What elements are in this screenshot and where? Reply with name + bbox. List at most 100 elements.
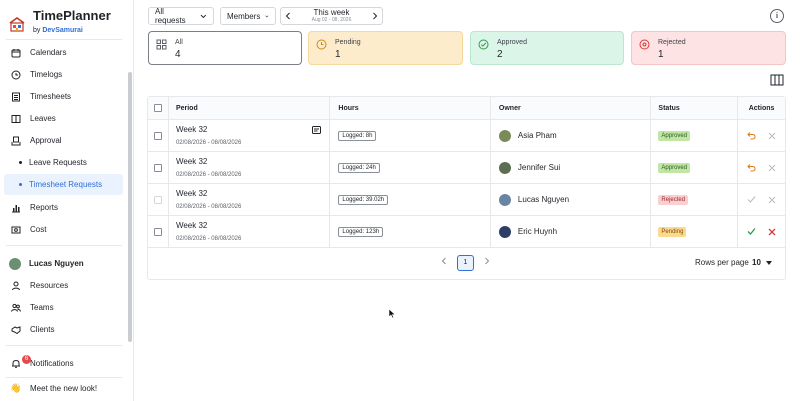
wave-icon: 👋 bbox=[10, 383, 22, 393]
sidebar-item-label: Approval bbox=[30, 136, 62, 145]
summary-card-rejected[interactable]: Rejected 1 bbox=[631, 31, 786, 65]
chevron-left-icon[interactable] bbox=[285, 12, 291, 20]
table-row[interactable]: Week 32 02/08/2026 - 08/08/2026 Logged: … bbox=[148, 216, 785, 248]
undo-icon[interactable] bbox=[746, 130, 758, 142]
members-filter-value: Members bbox=[227, 11, 261, 21]
summary-card-all[interactable]: All 4 bbox=[148, 31, 302, 65]
chevron-right-icon[interactable] bbox=[484, 257, 490, 265]
period-cell: Week 32 02/08/2026 - 08/08/2026 bbox=[169, 120, 331, 151]
header-checkbox-cell bbox=[148, 97, 169, 119]
clock-icon bbox=[10, 69, 22, 81]
row-checkbox[interactable] bbox=[153, 163, 162, 172]
sidebar-item-label: Meet the new look! bbox=[30, 384, 98, 393]
header-period[interactable]: Period bbox=[169, 97, 331, 119]
row-checkbox-cell bbox=[148, 184, 169, 215]
table-row[interactable]: Week 32 02/08/2026 - 08/08/2026 Logged: … bbox=[148, 184, 785, 216]
x-circle-icon bbox=[639, 39, 650, 50]
status-badge: Approved bbox=[658, 130, 691, 141]
sidebar-item-new-look[interactable]: 👋 Meet the new look! bbox=[4, 378, 123, 399]
sidebar-item-teams[interactable]: Teams bbox=[4, 297, 123, 318]
divider bbox=[6, 345, 122, 346]
note-icon[interactable] bbox=[312, 126, 322, 135]
approval-icon bbox=[10, 135, 22, 147]
chevron-left-icon[interactable] bbox=[441, 257, 447, 265]
user-name: Lucas Nguyen bbox=[29, 259, 84, 268]
period-title: Week 32 bbox=[175, 220, 208, 230]
hours-pill: Logged: 39.02h bbox=[338, 194, 389, 205]
table-row[interactable]: Week 32 02/08/2026 - 08/08/2026 Logged: … bbox=[148, 152, 785, 184]
bar-chart-icon bbox=[10, 202, 22, 214]
cost-icon bbox=[10, 224, 22, 236]
sidebar-item-timesheets[interactable]: Timesheets bbox=[4, 86, 123, 107]
approve-check-icon[interactable] bbox=[746, 226, 758, 238]
rows-per-page-label: Rows per page bbox=[695, 258, 749, 267]
sidebar-item-calendars[interactable]: Calendars bbox=[4, 42, 123, 63]
chevron-down-icon[interactable] bbox=[766, 261, 772, 265]
sidebar-user[interactable]: Lucas Nguyen bbox=[4, 253, 123, 274]
sidebar-scrollbar[interactable] bbox=[128, 72, 132, 342]
summary-card-approved[interactable]: Approved 2 bbox=[470, 31, 624, 65]
sidebar-item-leave-requests[interactable]: Leave Requests bbox=[4, 152, 123, 173]
sidebar-item-cost[interactable]: Cost bbox=[4, 219, 123, 240]
row-checkbox bbox=[153, 195, 162, 204]
user-icon bbox=[10, 280, 22, 292]
owner-name: Lucas Nguyen bbox=[517, 195, 570, 204]
summary-label: Rejected bbox=[658, 39, 686, 46]
sidebar-item-leaves[interactable]: Leaves bbox=[4, 108, 123, 129]
status-badge: Pending bbox=[658, 226, 687, 237]
header-status[interactable]: Status bbox=[651, 97, 739, 119]
check-circle-icon bbox=[478, 39, 489, 50]
grid-icon bbox=[156, 39, 167, 50]
period-dates: 02/08/2026 - 08/08/2026 bbox=[175, 171, 242, 178]
row-checkbox[interactable] bbox=[153, 227, 162, 236]
mouse-cursor-icon bbox=[388, 308, 396, 319]
sidebar-item-label: Cost bbox=[30, 225, 47, 234]
page-number-button[interactable]: 1 bbox=[457, 255, 474, 271]
header-hours[interactable]: Hours bbox=[330, 97, 491, 119]
chevron-right-icon[interactable] bbox=[372, 12, 378, 20]
period-dates: 02/08/2026 - 08/08/2026 bbox=[175, 139, 242, 146]
sidebar-item-reports[interactable]: Reports bbox=[4, 197, 123, 218]
sidebar-item-approval[interactable]: Approval bbox=[4, 130, 123, 151]
period-title: Week 32 bbox=[175, 124, 208, 134]
sidebar-item-timesheet-requests[interactable]: Timesheet Requests bbox=[4, 174, 123, 195]
sidebar-item-timelogs[interactable]: Timelogs bbox=[4, 64, 123, 85]
info-icon[interactable]: i bbox=[770, 9, 784, 23]
sidebar-item-notifications[interactable]: 6 Notifications bbox=[4, 353, 123, 374]
sidebar-item-clients[interactable]: Clients bbox=[4, 319, 123, 340]
week-label[interactable]: This week Aug 02 - 08, 2026 bbox=[312, 8, 352, 24]
table-row[interactable]: Week 32 02/08/2026 - 08/08/2026 Logged: … bbox=[148, 120, 785, 152]
columns-icon[interactable] bbox=[769, 73, 785, 87]
select-all-checkbox[interactable] bbox=[153, 104, 162, 112]
summary-label: Approved bbox=[497, 39, 527, 46]
hours-cell: Logged: 123h bbox=[330, 216, 491, 247]
week-range: Aug 02 - 08, 2026 bbox=[311, 17, 352, 23]
row-checkbox-cell bbox=[148, 120, 169, 151]
requests-filter[interactable]: All requests bbox=[148, 7, 214, 25]
table-header: Period Hours Owner Status Actions bbox=[148, 97, 785, 120]
summary-card-pending[interactable]: Pending 1 bbox=[308, 31, 463, 65]
chevron-down-icon bbox=[265, 15, 269, 17]
period-cell: Week 32 02/08/2026 - 08/08/2026 bbox=[169, 216, 331, 247]
actions-cell bbox=[738, 152, 785, 183]
undo-icon[interactable] bbox=[746, 162, 758, 174]
status-cell: Approved bbox=[651, 120, 739, 151]
rows-per-page-select[interactable]: 10 bbox=[752, 258, 761, 267]
period-cell: Week 32 02/08/2026 - 08/08/2026 bbox=[169, 152, 331, 183]
team-icon bbox=[10, 302, 22, 314]
summary-value: 1 bbox=[658, 49, 664, 60]
reject-x-icon[interactable] bbox=[766, 226, 778, 238]
actions-cell bbox=[738, 216, 785, 247]
header-owner[interactable]: Owner bbox=[491, 97, 652, 119]
close-icon bbox=[766, 162, 778, 174]
owner-name: Asia Pham bbox=[517, 131, 557, 140]
actions-cell bbox=[738, 184, 785, 215]
sidebar-item-label: Reports bbox=[30, 203, 59, 212]
members-filter[interactable]: Members bbox=[220, 7, 276, 25]
brand[interactable]: TimePlanner by DevSamurai bbox=[8, 8, 111, 36]
hours-pill: Logged: 24h bbox=[338, 162, 380, 173]
sidebar-item-resources[interactable]: Resources bbox=[4, 275, 123, 296]
week-navigator: This week Aug 02 - 08, 2026 bbox=[280, 7, 383, 25]
row-checkbox[interactable] bbox=[153, 131, 162, 140]
status-cell: Approved bbox=[651, 152, 739, 183]
